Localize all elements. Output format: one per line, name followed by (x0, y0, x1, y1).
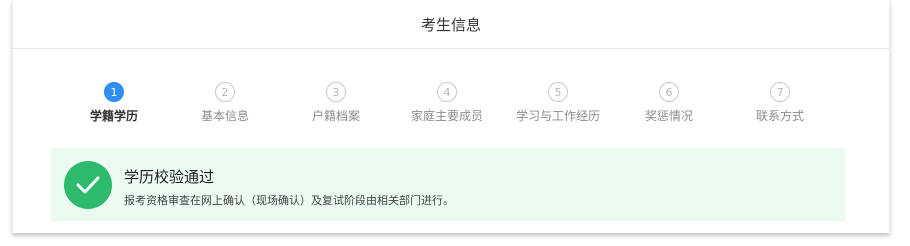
step-2-number: 2 (215, 82, 235, 102)
step-7-label: 联系方式 (755, 109, 804, 123)
page: 考生信息 1 学籍学历 2 基本信息 3 户籍档案 4 家庭主要成员 5 学习与… (0, 0, 910, 246)
step-4-number: 4 (437, 82, 457, 102)
step-1[interactable]: 1 学籍学历 (59, 82, 169, 124)
alert-description: 报考资格审查在网上确认（现场确认）及复试阶段由相关部门进行。 (124, 194, 454, 207)
step-2-label: 基本信息 (200, 109, 249, 123)
step-5[interactable]: 5 学习与工作经历 (503, 82, 613, 124)
step-6-label: 奖惩情况 (644, 109, 693, 123)
step-6-number: 6 (659, 82, 679, 102)
step-4[interactable]: 4 家庭主要成员 (392, 82, 502, 124)
card-header: 考生信息 (13, 0, 889, 49)
alert-title: 学历校验通过 (124, 168, 215, 186)
step-1-label: 学籍学历 (89, 109, 138, 123)
step-3[interactable]: 3 户籍档案 (281, 82, 391, 124)
step-5-label: 学习与工作经历 (515, 109, 600, 123)
step-1-number: 1 (104, 82, 124, 102)
step-7-number: 7 (770, 82, 790, 102)
info-card: 考生信息 1 学籍学历 2 基本信息 3 户籍档案 4 家庭主要成员 5 学习与… (12, 0, 890, 233)
step-3-number: 3 (326, 82, 346, 102)
step-progress: 1 学籍学历 2 基本信息 3 户籍档案 4 家庭主要成员 5 学习与工作经历 … (13, 82, 889, 128)
step-3-label: 户籍档案 (311, 109, 360, 123)
step-7[interactable]: 7 联系方式 (725, 82, 835, 124)
step-6[interactable]: 6 奖惩情况 (614, 82, 724, 124)
success-alert: 学历校验通过 报考资格审查在网上确认（现场确认）及复试阶段由相关部门进行。 (51, 148, 845, 221)
page-title: 考生信息 (420, 15, 481, 34)
step-2[interactable]: 2 基本信息 (170, 82, 280, 124)
step-4-label: 家庭主要成员 (410, 109, 483, 123)
step-5-number: 5 (548, 82, 568, 102)
check-circle-icon (64, 161, 112, 209)
